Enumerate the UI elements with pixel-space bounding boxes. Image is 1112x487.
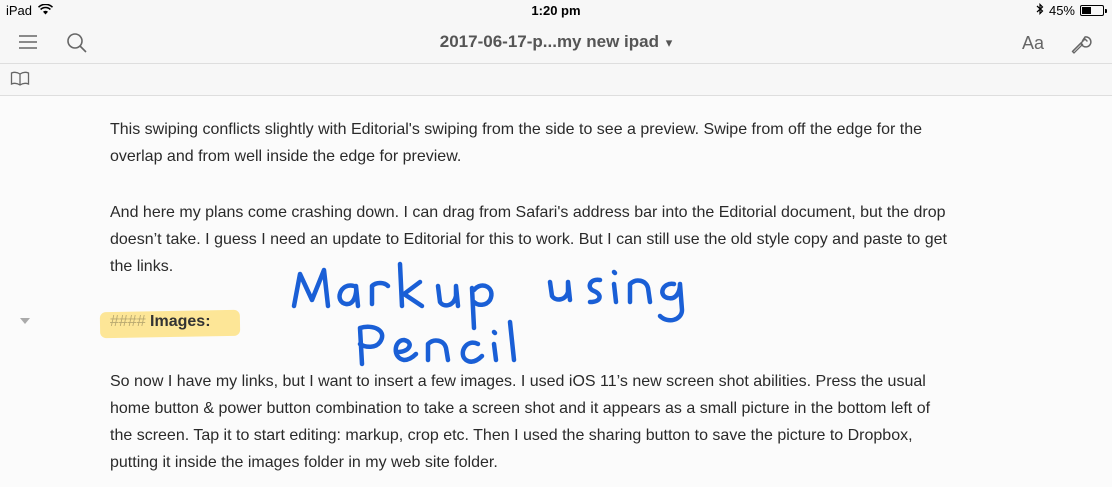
paragraph: So now I have my links, but I want to in… <box>110 368 1010 476</box>
heading-text: Images: <box>150 313 211 330</box>
text-line: putting it inside the images folder in m… <box>110 454 498 471</box>
text-line: doesn’t take. I guess I need an update t… <box>110 231 947 248</box>
wrench-icon[interactable] <box>1070 32 1092 59</box>
battery-icon <box>1080 5 1107 16</box>
battery-percent: 45% <box>1048 3 1075 18</box>
document-title-button[interactable]: 2017-06-17-p...my new ipad ▾ <box>0 32 1112 52</box>
text-line: the screen. Tap it to start editing: mar… <box>110 427 913 444</box>
status-time: 1:20 pm <box>531 3 581 18</box>
text-line: And here my plans come crashing down. I … <box>110 204 946 221</box>
paragraph: And here my plans come crashing down. I … <box>110 199 1010 280</box>
editor-content[interactable]: This swiping conflicts slightly with Edi… <box>0 96 1112 487</box>
text-line: So now I have my links, but I want to in… <box>110 373 926 390</box>
fold-toggle-icon[interactable] <box>20 318 30 324</box>
font-settings-button[interactable]: Aa <box>1022 33 1044 54</box>
status-right: 45% <box>1036 3 1107 18</box>
bluetooth-icon <box>1036 3 1044 18</box>
section-heading: #### Images: <box>110 313 211 331</box>
book-icon[interactable] <box>10 71 30 92</box>
text-line: home button & power button combination t… <box>110 400 931 417</box>
document-title: 2017-06-17-p...my new ipad <box>439 32 659 51</box>
paragraph: This swiping conflicts slightly with Edi… <box>110 116 1010 170</box>
text-line: overlap and from well inside the edge fo… <box>110 148 462 165</box>
text-line: the links. <box>110 258 174 275</box>
chevron-down-icon: ▾ <box>665 35 673 50</box>
text-line: This swiping conflicts slightly with Edi… <box>110 121 923 138</box>
status-bar: iPad 1:20 pm 45% <box>0 0 1112 22</box>
heading-hashes: #### <box>110 313 146 330</box>
editor-toolbar: 2017-06-17-p...my new ipad ▾ Aa <box>0 22 1112 64</box>
preview-bar <box>0 64 1112 96</box>
